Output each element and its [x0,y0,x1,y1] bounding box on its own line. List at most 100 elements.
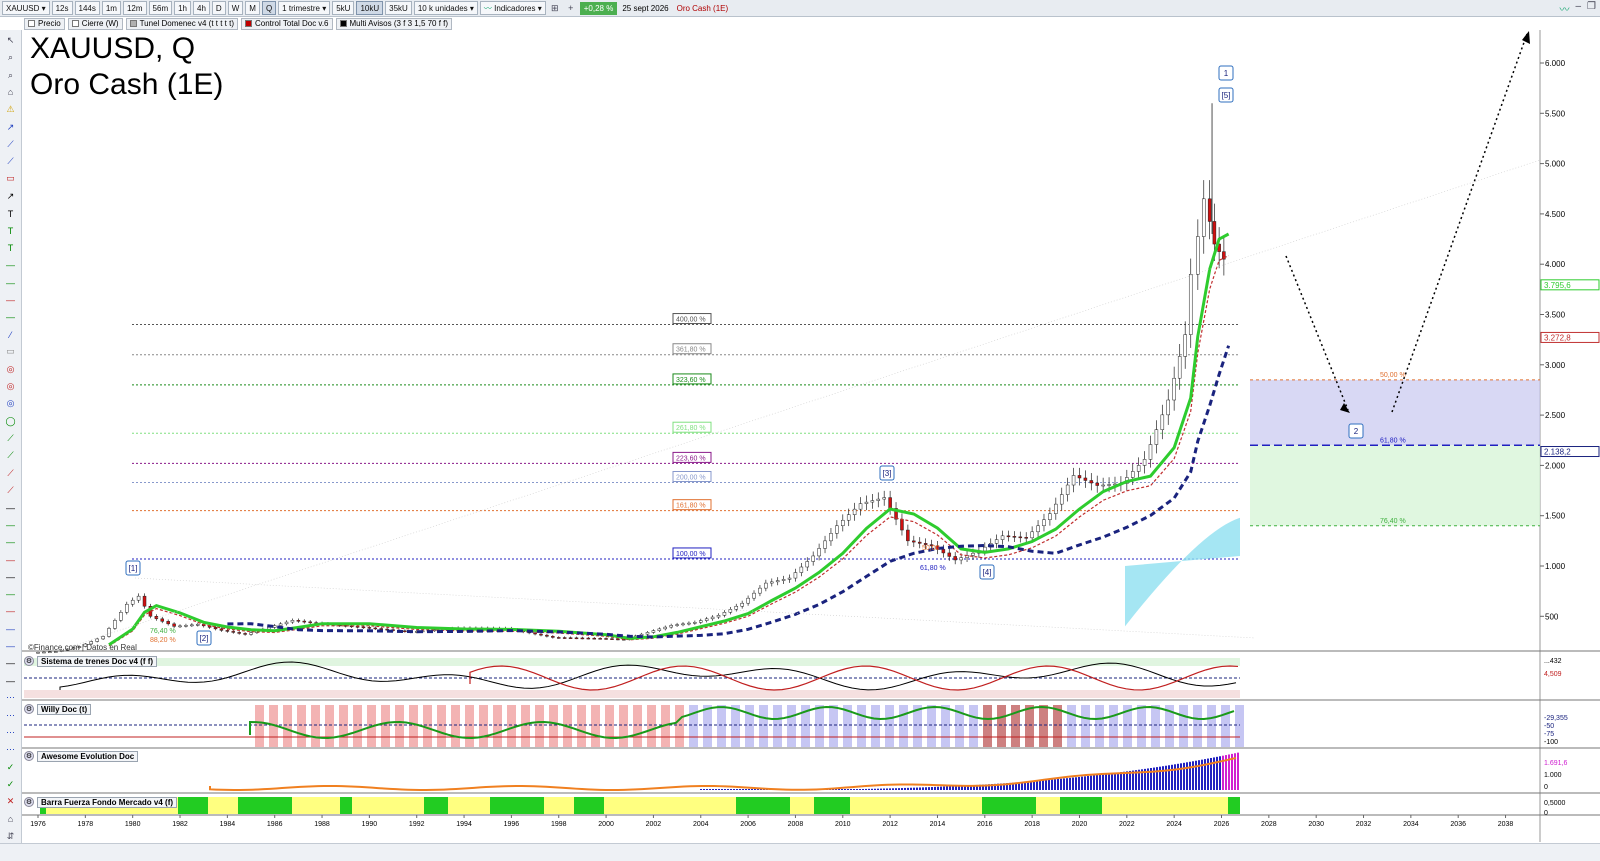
drawing-tool-icon[interactable]: ▭ [3,172,18,185]
gear-icon[interactable]: ⚙ [24,797,34,807]
drawing-tool-icon[interactable]: ⌂ [3,813,18,826]
gear-icon[interactable]: ⚙ [24,656,34,666]
chart-settings-icon[interactable]: 〰 [1559,1,1569,16]
drawing-tool-icon[interactable]: ⋯ [3,726,18,739]
study-label: Cierre (W) [81,19,119,28]
wave-label-box [879,465,895,481]
drawing-tool-icon[interactable]: — [3,294,18,307]
drawing-tool-icon[interactable]: ⋯ [3,743,18,756]
drawing-tool-icon[interactable]: ⚠ [3,103,18,116]
study-tab[interactable]: Control Total Doc v.6 [240,17,333,30]
drawing-tool-icon[interactable]: ⋯ [3,691,18,704]
unit-button-35kU[interactable]: 35kU [385,1,412,15]
drawing-tool-icon[interactable]: ⟋ [3,138,18,151]
interval-button-56m[interactable]: 56m [148,1,173,15]
pane4-bar [1072,797,1078,814]
drawing-tool-icon[interactable]: ↗ [3,121,18,134]
units-select[interactable]: 10 k unidades ▾ [413,1,478,15]
drawing-tool-icon[interactable]: ◎ [3,363,18,376]
interval-button-D[interactable]: D [211,1,226,15]
pane4-bar [322,797,328,814]
drawing-tool-icon[interactable]: — [3,259,18,272]
period-select[interactable]: 1 trimestre ▾ [278,1,331,15]
pane2-bar [493,705,502,747]
study-tab[interactable]: Tunel Domenec v4 (t t t t t) [125,17,238,30]
drawing-tool-icon[interactable]: ⟋ [3,432,18,445]
interval-button-1m[interactable]: 1m [101,1,121,15]
pane3-bar [736,789,738,790]
pane-name[interactable]: Awesome Evolution Doc [37,750,139,762]
drawing-tool-icon[interactable]: — [3,570,18,583]
drawing-tool-icon[interactable]: — [3,501,18,514]
interval-button-144s[interactable]: 144s [74,1,100,15]
compare-icon[interactable]: ⊞ [548,1,562,15]
drawing-tool-icon[interactable]: — [3,553,18,566]
pane-name[interactable]: Barra Fuerza Fondo Mercado v4 (f) [37,796,178,808]
drawing-tool-icon[interactable]: T [3,224,18,237]
unit-button-5kU[interactable]: 5kU [332,1,355,15]
interval-button-12m[interactable]: 12m [122,1,147,15]
gear-icon[interactable]: ⚙ [24,751,34,761]
drawing-tool-icon[interactable]: ⇵ [3,830,18,843]
gear-icon[interactable]: ⚙ [24,704,34,714]
drawing-tool-icon[interactable]: — [3,518,18,531]
pane2-bar [843,705,852,747]
pane-name[interactable]: Willy Doc (t) [37,703,92,715]
drawing-tool-icon[interactable]: ◎ [3,380,18,393]
drawing-tool-icon[interactable]: ✕ [3,795,18,808]
drawing-tool-icon[interactable]: — [3,605,18,618]
drawing-tool-icon[interactable]: — [3,657,18,670]
drawing-tool-icon[interactable]: ↗ [3,190,18,203]
drawing-tool-icon[interactable]: ⟋ [3,155,18,168]
study-tab[interactable]: Precio [24,17,65,30]
pane4-bar [1156,797,1162,814]
drawing-tool-icon[interactable]: ⋯ [3,709,18,722]
drawing-tool-icon[interactable]: ⟋ [3,484,18,497]
drawing-tool-icon[interactable]: ✓ [3,778,18,791]
minimize-icon[interactable]: – [1575,1,1581,16]
add-icon[interactable]: + [564,1,578,15]
candle-body [1095,482,1099,486]
restore-icon[interactable]: ❐ [1587,1,1596,16]
drawing-tool-icon[interactable]: ⟋ [3,449,18,462]
interval-button-12s[interactable]: 12s [51,1,73,15]
unit-button-10kU[interactable]: 10kU [356,1,384,15]
pane-name[interactable]: Sistema de trenes Doc v4 (f f) [37,655,158,667]
drawing-tool-icon[interactable]: ↖ [3,34,18,47]
drawing-tool-icon[interactable]: ⟋ [3,467,18,480]
drawing-tool-icon[interactable]: ⌂ [3,86,18,99]
drawing-tool-icon[interactable]: ⌕ [3,69,18,82]
drawing-tool-icon[interactable]: T [3,242,18,255]
interval-button-M[interactable]: M [245,1,260,15]
drawing-tool-icon[interactable]: — [3,588,18,601]
change-badge: +0,28 % [579,1,618,15]
pane2-bar [577,705,586,747]
drawing-tool-icon[interactable]: — [3,674,18,687]
study-tab[interactable]: Cierre (W) [67,17,123,30]
drawing-tool-icon[interactable]: — [3,276,18,289]
interval-button-W[interactable]: W [227,1,244,15]
drawing-tool-icon[interactable]: ◯ [3,415,18,428]
pane3-bar [811,789,813,790]
candle-body [580,637,585,640]
drawing-tool-icon[interactable]: ⁄ [3,328,18,341]
drawing-tool-icon[interactable]: — [3,640,18,653]
drawing-tool-icon[interactable]: — [3,536,18,549]
pane3-bar [1090,775,1092,790]
drawing-tool-icon[interactable]: ◎ [3,397,18,410]
study-tab[interactable]: Multi Avisos (3 f 3 1,5 70 f f) [335,17,453,30]
interval-button-1h[interactable]: 1h [174,1,192,15]
drawing-tool-icon[interactable]: T [3,207,18,220]
drawing-tool-icon[interactable]: ⌕ [3,51,18,64]
interval-button-4h[interactable]: 4h [193,1,210,15]
drawing-tool-icon[interactable]: — [3,622,18,635]
symbol-select[interactable]: XAUUSD ▾ [2,1,50,15]
drawing-tool-icon[interactable]: — [3,311,18,324]
pane4-bar [916,797,922,814]
interval-button-Q[interactable]: Q [261,1,277,15]
drawing-tool-icon[interactable]: ▭ [3,345,18,358]
chart-canvas[interactable]: 6.000 5.500 5.000 4.500 4.000 3.500 3.000 2.500… [0,0,1600,861]
drawing-tool-icon[interactable]: ✓ [3,761,18,774]
candle-body [941,549,946,554]
indicators-button[interactable]: 〰 Indicadores ▾ [479,1,546,15]
